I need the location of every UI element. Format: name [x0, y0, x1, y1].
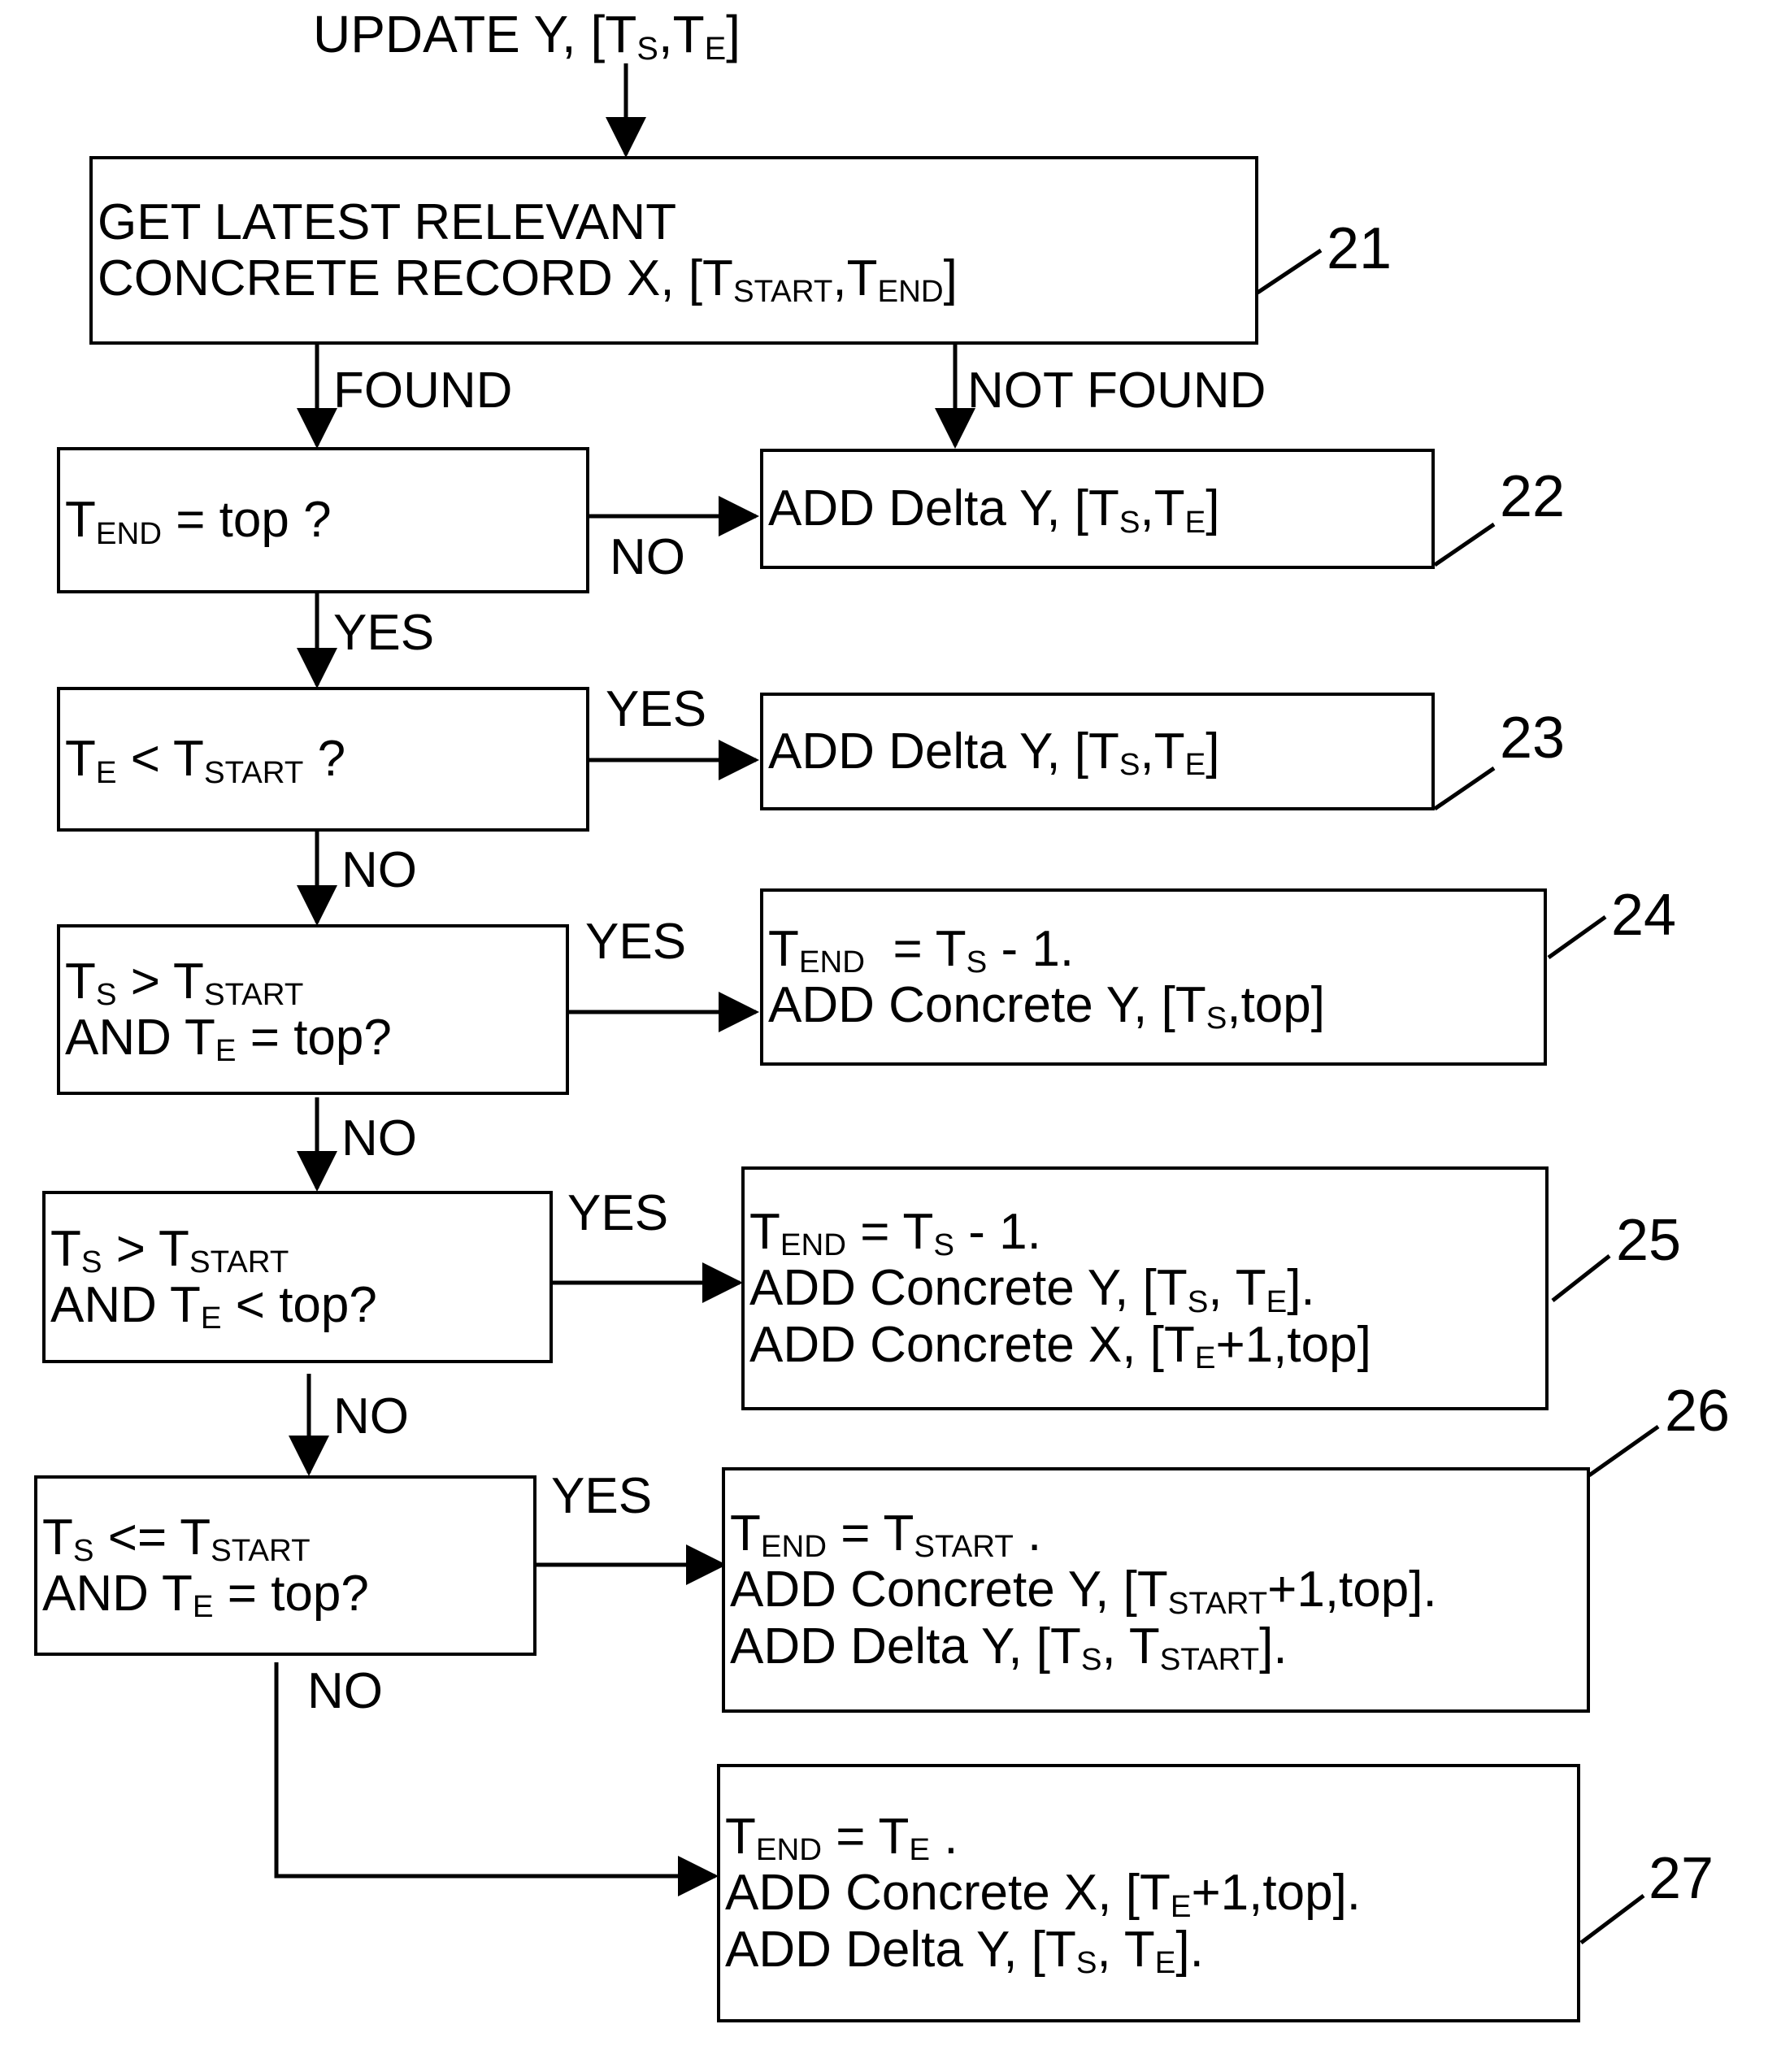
leader-21 [1256, 248, 1323, 295]
leader-25 [1551, 1254, 1611, 1302]
node-line: ADD Concrete X, [TE+1,top]. [725, 1865, 1362, 1924]
ref-number-21: 21 [1327, 216, 1392, 281]
node-line: TS > TSTART [65, 953, 304, 1013]
ref-number-24: 24 [1611, 883, 1677, 948]
node-line: TEND = TS - 1. [768, 920, 1075, 980]
process-26[interactable]: TEND = TSTART . ADD Concrete Y, [TSTART+… [722, 1467, 1590, 1713]
decision-tend-equals-top[interactable]: TEND = top ? [57, 447, 589, 593]
leader-26 [1588, 1424, 1660, 1478]
ref-number-25: 25 [1616, 1208, 1682, 1273]
edge-label-yes-1: YES [333, 605, 435, 661]
node-line: ADD Delta Y, [TS, TE]. [725, 1921, 1204, 1981]
process-add-delta-23[interactable]: ADD Delta Y, [TS,TE] [760, 693, 1435, 810]
node-line: TE < TSTART ? [65, 731, 346, 790]
edge-label-no-1: NO [610, 529, 685, 585]
node-line: TEND = top ? [65, 492, 332, 551]
leader-23 [1433, 766, 1496, 811]
edge-label-yes-4: YES [567, 1185, 669, 1241]
node-line: ADD Concrete Y, [TS, TE]. [749, 1260, 1315, 1319]
decision-te-less-tstart[interactable]: TE < TSTART ? [57, 687, 589, 832]
edge-label-no-3: NO [341, 1110, 417, 1166]
node-line: TS > TSTART [50, 1220, 289, 1280]
decision-ts-le-tstart-and-te-eq-top[interactable]: TS <= TSTART AND TE = top? [34, 1475, 536, 1656]
node-line: ADD Delta Y, [TS,TE] [768, 723, 1220, 783]
node-line: ADD Concrete X, [TE+1,top] [749, 1316, 1371, 1376]
flowchart-canvas: UPDATE Y, [TS,TE] GET LATEST RELEVANT CO… [0, 0, 1768, 2072]
node-line: GET LATEST RELEVANT [98, 193, 677, 250]
process-get-latest-record[interactable]: GET LATEST RELEVANT CONCRETE RECORD X, [… [89, 156, 1258, 345]
edge-label-no-2: NO [341, 842, 417, 898]
decision-ts-gt-tstart-and-te-eq-top[interactable]: TS > TSTART AND TE = top? [57, 924, 569, 1095]
ref-number-26: 26 [1665, 1379, 1731, 1444]
process-add-delta-22[interactable]: ADD Delta Y, [TS,TE] [760, 449, 1435, 569]
edge-label-yes-3: YES [585, 914, 687, 970]
edge-label-found: FOUND [333, 363, 513, 419]
node-line: ADD Concrete Y, [TSTART+1,top]. [730, 1562, 1437, 1621]
node-line: TEND = TE . [725, 1808, 958, 1868]
leader-24 [1547, 914, 1607, 960]
edge-label-not-found: NOT FOUND [967, 363, 1266, 419]
edge-label-yes-5: YES [551, 1468, 653, 1524]
process-27[interactable]: TEND = TE . ADD Concrete X, [TE+1,top]. … [717, 1764, 1580, 2022]
process-25[interactable]: TEND = TS - 1. ADD Concrete Y, [TS, TE].… [741, 1166, 1549, 1410]
node-line: TEND = TS - 1. [749, 1203, 1041, 1263]
ref-number-23: 23 [1500, 706, 1566, 771]
node-line: AND TE = top? [65, 1010, 392, 1069]
leader-27 [1579, 1894, 1645, 1944]
edge-label-no-4: NO [333, 1388, 409, 1444]
node-line: ADD Delta Y, [TS,TE] [768, 480, 1220, 540]
node-line: CONCRETE RECORD X, [TSTART,TEND] [98, 250, 958, 310]
edge-label-no-5: NO [307, 1663, 383, 1719]
node-line: AND TE = top? [42, 1566, 369, 1625]
node-line: ADD Delta Y, [TS, TSTART]. [730, 1618, 1288, 1678]
node-line: TEND = TSTART . [730, 1505, 1042, 1565]
node-line: TS <= TSTART [42, 1509, 311, 1569]
node-line: ADD Concrete Y, [TS,top] [768, 977, 1325, 1036]
node-line: AND TE < top? [50, 1277, 377, 1336]
decision-ts-gt-tstart-and-te-lt-top[interactable]: TS > TSTART AND TE < top? [42, 1191, 553, 1363]
edge-label-yes-2: YES [606, 681, 707, 737]
leader-22 [1433, 522, 1496, 567]
ref-number-22: 22 [1500, 464, 1566, 529]
process-24[interactable]: TEND = TS - 1. ADD Concrete Y, [TS,top] [760, 888, 1547, 1066]
ref-number-27: 27 [1649, 1846, 1714, 1911]
page-title: UPDATE Y, [TS,TE] [313, 5, 741, 67]
